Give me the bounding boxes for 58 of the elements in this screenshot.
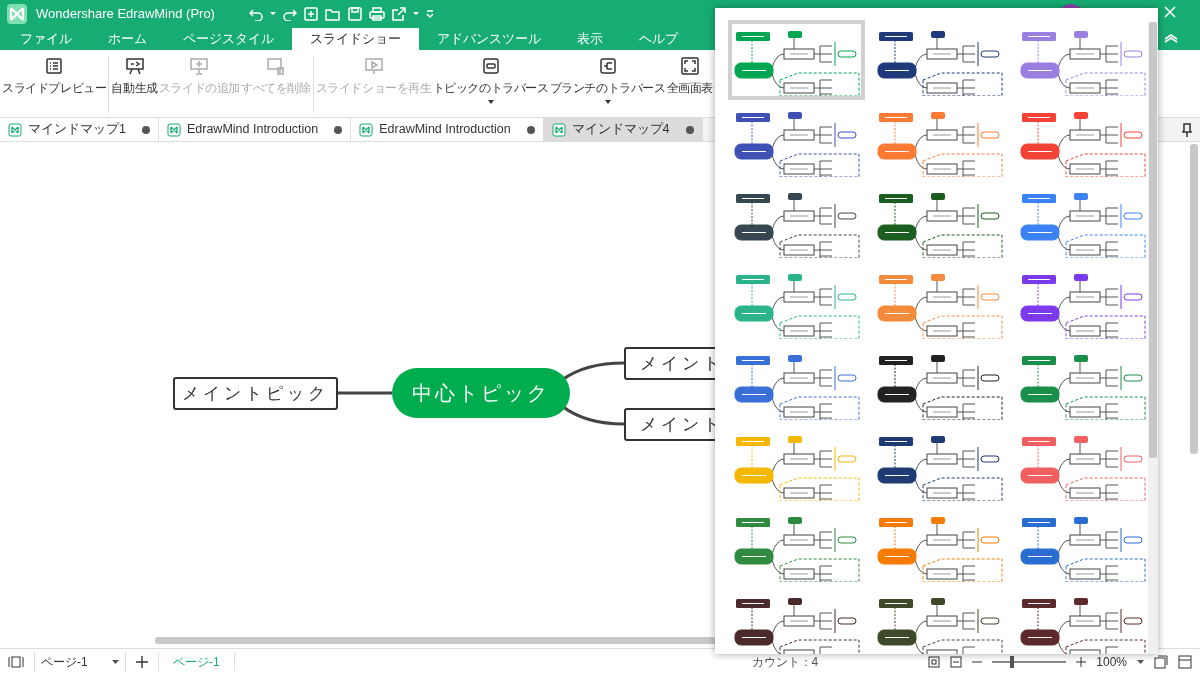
count-label: カウント：4: [751, 654, 819, 671]
scrollbar[interactable]: [1149, 22, 1157, 458]
connector-line: [561, 404, 625, 426]
delete-slide-icon: [265, 56, 286, 76]
ribbon-button[interactable]: トピックのトラバース: [432, 56, 549, 113]
caret-icon[interactable]: [1137, 660, 1144, 664]
folder-icon[interactable]: [324, 7, 341, 21]
close-dot-icon[interactable]: [141, 125, 150, 134]
presentation-icon: [124, 56, 145, 76]
play-slide-icon: [363, 56, 384, 76]
print-icon[interactable]: [368, 7, 385, 21]
mindmap-file-icon: [166, 122, 181, 137]
redo-icon[interactable]: [282, 7, 297, 21]
fit-page-icon[interactable]: [928, 656, 941, 668]
document-tab[interactable]: EdrawMind Introduction: [158, 118, 352, 141]
export-icon[interactable]: [391, 7, 406, 21]
save-icon[interactable]: [347, 7, 362, 21]
slide-list-icon: [44, 56, 65, 76]
close-dot-icon[interactable]: [685, 125, 694, 134]
slider-thumb[interactable]: [1009, 656, 1014, 668]
document-tab[interactable]: EdrawMind Introduction: [351, 118, 544, 141]
ribbon-button[interactable]: 自動生成: [111, 56, 158, 113]
mindmap-file-icon: [8, 122, 22, 137]
mindmap-file-icon: [359, 122, 374, 137]
page-select[interactable]: ページ-1: [34, 652, 126, 672]
ribbon-button[interactable]: ブランチのトラバース: [549, 56, 666, 113]
add-slide-icon: [189, 56, 210, 76]
pages-icon[interactable]: [8, 656, 24, 668]
close-icon[interactable]: [1164, 6, 1176, 18]
zoom-in-icon[interactable]: [1076, 657, 1087, 667]
collapse-icon[interactable]: [1164, 34, 1178, 43]
mindmap-file-icon: [551, 122, 566, 137]
undo-icon[interactable]: [248, 7, 263, 21]
window-icon[interactable]: [1178, 655, 1192, 669]
logo-icon: [6, 3, 28, 25]
theme-thumbnail[interactable]: [728, 20, 865, 100]
ribbon-button[interactable]: スライドプレビュー: [2, 56, 107, 113]
more-icon[interactable]: [425, 7, 434, 21]
topic-icon: [480, 56, 501, 76]
menu-tab[interactable]: スライドショー: [292, 28, 419, 50]
new-icon[interactable]: [303, 7, 318, 21]
fullscreen-icon: [679, 56, 700, 76]
fit-width-icon[interactable]: [950, 656, 963, 668]
document-tab[interactable]: マインドマップ4: [543, 118, 703, 141]
window-title: Wondershare EdrawMind (Pro): [36, 5, 215, 24]
scrollbar[interactable]: [1190, 144, 1198, 454]
add-page-icon[interactable]: [136, 656, 148, 668]
branch-icon: [597, 56, 618, 76]
close-dot-icon[interactable]: [526, 125, 535, 134]
zoom-value[interactable]: 100%: [1096, 653, 1127, 671]
close-dot-icon[interactable]: [334, 125, 343, 134]
connector-line: [337, 391, 392, 395]
caret-icon: [112, 660, 119, 664]
fullscreen-icon[interactable]: [1154, 655, 1168, 669]
document-tab[interactable]: マインドマップ1: [0, 118, 159, 141]
pin-icon[interactable]: [1182, 123, 1192, 137]
topic-node[interactable]: メイントピック: [173, 377, 338, 410]
ribbon-button[interactable]: 全画面表: [666, 56, 714, 113]
